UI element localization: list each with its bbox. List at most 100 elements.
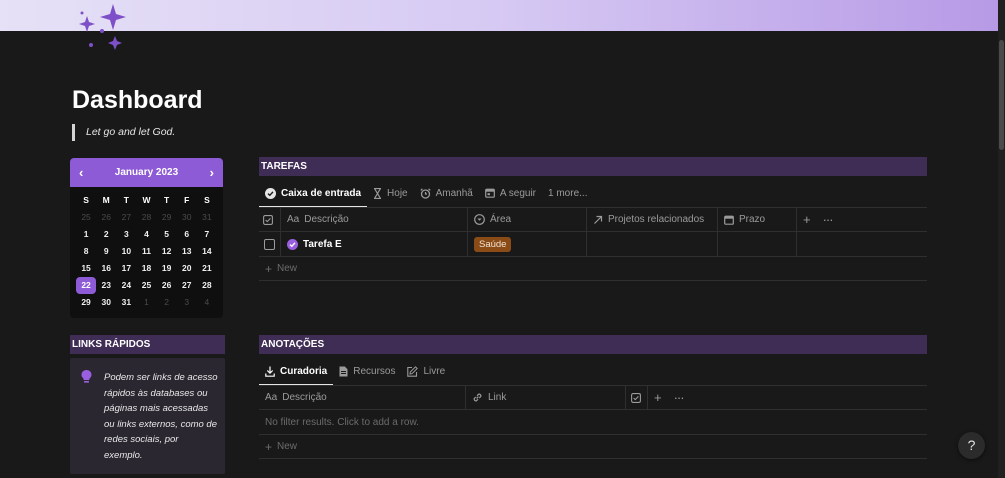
calendar-day[interactable]: 1 — [136, 294, 156, 311]
calendar-day[interactable]: 14 — [197, 243, 217, 260]
scrollbar-thumb[interactable] — [999, 40, 1004, 150]
calendar-day-today[interactable]: 22 — [76, 277, 97, 294]
more-options-icon[interactable]: ··· — [674, 390, 685, 405]
select-all-cell[interactable] — [259, 208, 281, 231]
add-column-icon[interactable]: + — [803, 212, 811, 227]
calendar-day[interactable]: 28 — [136, 209, 156, 226]
task-name-cell[interactable]: Tarefa E — [281, 232, 468, 256]
calendar-day[interactable]: 3 — [116, 226, 136, 243]
new-row-label: New — [277, 441, 298, 452]
task-area-cell[interactable]: Saúde — [468, 232, 587, 256]
calendar-day[interactable]: 31 — [116, 294, 136, 311]
row-checkbox[interactable] — [264, 238, 275, 250]
table-row[interactable]: Tarefa E Saúde — [259, 232, 927, 257]
column-projetos-relacionados[interactable]: Projetos relacionados — [587, 208, 718, 231]
calendar-day[interactable]: 11 — [136, 243, 156, 260]
calendar-day[interactable]: 3 — [177, 294, 197, 311]
anotacoes-heading: ANOTAÇÕES — [259, 335, 927, 354]
anotacoes-view-tabs: Curadoria Recursos Livre — [259, 360, 451, 386]
table-header-row: Aa Descrição Área Projetos relacionados … — [259, 207, 927, 232]
area-badge: Saúde — [474, 236, 512, 252]
calendar-day[interactable]: 30 — [96, 294, 116, 311]
calendar-day[interactable]: 25 — [76, 209, 96, 226]
calendar-day[interactable]: 9 — [96, 243, 116, 260]
calendar-day[interactable]: 25 — [136, 277, 156, 294]
calendar-day[interactable]: 19 — [157, 260, 177, 277]
calendar-day[interactable]: 2 — [157, 294, 177, 311]
calendar-day[interactable]: 17 — [116, 260, 136, 277]
calendar-day[interactable]: 29 — [76, 294, 96, 311]
empty-filter-message[interactable]: No filter results. Click to add a row. — [259, 410, 927, 435]
calendar-day[interactable]: 4 — [197, 294, 217, 311]
calendar-day[interactable]: 2 — [96, 226, 116, 243]
calendar-day[interactable]: 18 — [136, 260, 156, 277]
calendar-day[interactable]: 16 — [96, 260, 116, 277]
calendar-day[interactable]: 8 — [76, 243, 96, 260]
new-row-button[interactable]: + New — [259, 257, 927, 281]
column-checkbox[interactable] — [626, 386, 648, 409]
tab-more[interactable]: 1 more... — [542, 182, 593, 204]
calendar-day[interactable]: 12 — [157, 243, 177, 260]
tab-caixa-de-entrada[interactable]: Caixa de entrada — [259, 182, 368, 208]
task-projects-cell[interactable] — [587, 232, 718, 256]
text-type-icon: Aa — [287, 214, 300, 225]
calendar-day[interactable]: 4 — [136, 226, 156, 243]
weekday-label: S — [204, 195, 210, 205]
prev-month-button[interactable]: ‹ — [79, 165, 83, 180]
tarefas-table: Aa Descrição Área Projetos relacionados … — [259, 207, 927, 281]
tab-a-seguir[interactable]: A seguir — [479, 182, 542, 204]
calendar-day[interactable]: 28 — [197, 277, 217, 294]
tab-hoje[interactable]: Hoje — [367, 182, 414, 204]
calendar-day[interactable]: 20 — [177, 260, 197, 277]
cover-banner — [0, 0, 998, 31]
column-descricao[interactable]: Aa Descrição — [259, 386, 466, 409]
new-row-button[interactable]: + New — [259, 435, 927, 459]
table-header-row: Aa Descrição Link + ··· — [259, 385, 927, 410]
calendar-day[interactable]: 27 — [116, 209, 136, 226]
calendar-day[interactable]: 21 — [197, 260, 217, 277]
calendar-day[interactable]: 7 — [197, 226, 217, 243]
column-label: Link — [488, 392, 507, 403]
calendar-day[interactable]: 15 — [76, 260, 96, 277]
calendar-day[interactable]: 6 — [177, 226, 197, 243]
calendar-day[interactable]: 23 — [96, 277, 116, 294]
calendar-day[interactable]: 29 — [157, 209, 177, 226]
column-link[interactable]: Link — [466, 386, 626, 409]
more-options-icon[interactable]: ··· — [823, 212, 834, 227]
calendar-day[interactable]: 27 — [177, 277, 197, 294]
tab-curadoria[interactable]: Curadoria — [259, 360, 334, 386]
plus-icon: + — [265, 261, 273, 276]
tab-recursos[interactable]: Recursos — [333, 360, 401, 382]
weekday-label: W — [142, 195, 151, 205]
calendar-day[interactable]: 30 — [177, 209, 197, 226]
column-label: Área — [490, 214, 512, 225]
calendar-day[interactable]: 24 — [116, 277, 136, 294]
row-select-cell[interactable] — [259, 232, 281, 256]
weekday-label: M — [102, 195, 110, 205]
task-prazo-cell[interactable] — [718, 232, 797, 256]
tab-amanha[interactable]: Amanhã — [414, 182, 479, 204]
add-column-icon[interactable]: + — [654, 390, 662, 405]
calendar-day[interactable]: 31 — [197, 209, 217, 226]
calendar-icon — [484, 188, 495, 198]
column-prazo[interactable]: Prazo — [718, 208, 797, 231]
calendar-day[interactable]: 26 — [96, 209, 116, 226]
next-month-button[interactable]: › — [210, 165, 214, 180]
calendar-day[interactable]: 5 — [157, 226, 177, 243]
column-label: Projetos relacionados — [608, 214, 705, 225]
column-area[interactable]: Área — [468, 208, 587, 231]
link-icon — [473, 393, 482, 402]
calendar-day[interactable]: 13 — [177, 243, 197, 260]
weekday-label: T — [164, 195, 170, 205]
column-actions: + ··· — [797, 208, 857, 231]
page-quote: Let go and let God. — [72, 124, 175, 141]
calendar-day[interactable]: 26 — [157, 277, 177, 294]
column-descricao[interactable]: Aa Descrição — [281, 208, 468, 231]
tab-livre[interactable]: Livre — [401, 360, 451, 382]
tab-label: Curadoria — [280, 365, 328, 377]
task-name: Tarefa E — [303, 238, 342, 250]
help-button[interactable]: ? — [958, 432, 985, 459]
scrollbar[interactable] — [998, 0, 1005, 478]
calendar-day[interactable]: 1 — [76, 226, 96, 243]
calendar-day[interactable]: 10 — [116, 243, 136, 260]
